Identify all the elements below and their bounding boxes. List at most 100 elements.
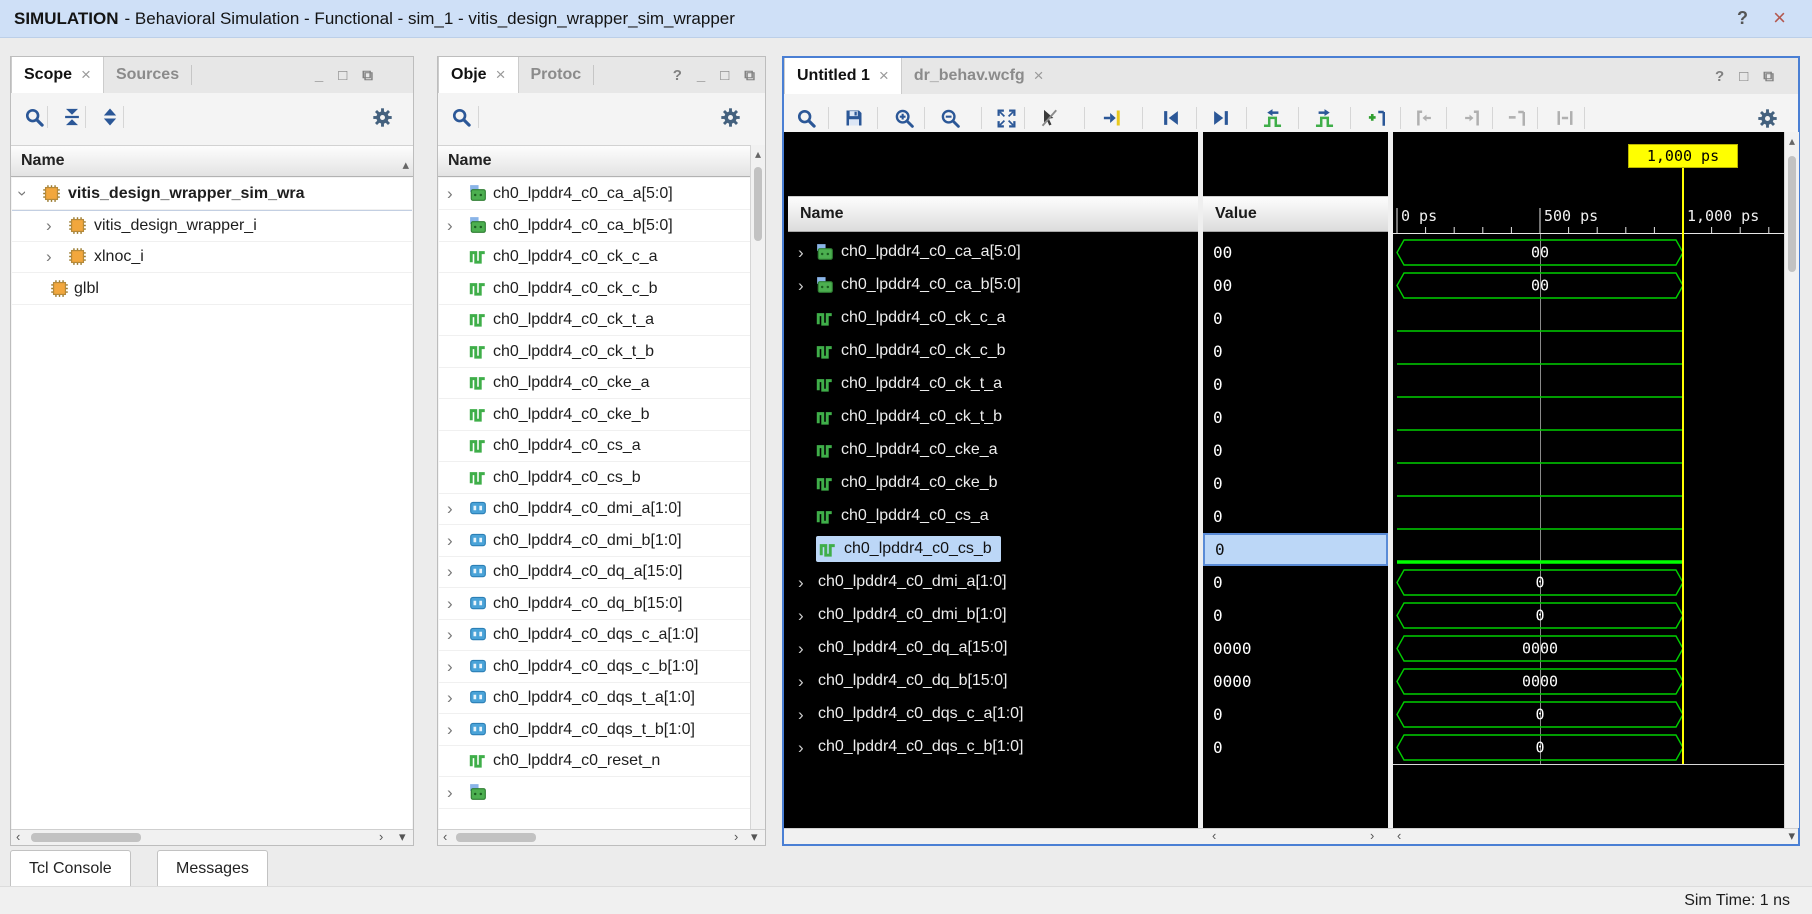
- wave-row[interactable]: [1393, 335, 1784, 368]
- wave-row[interactable]: [1393, 401, 1784, 434]
- help-icon[interactable]: ?: [673, 67, 682, 84]
- wave-row[interactable]: 0000: [1393, 665, 1784, 698]
- object-item[interactable]: ›ch0_lpddr4_c0_dmi_b[1:0]: [439, 525, 750, 557]
- object-item[interactable]: ch0_lpddr4_c0_ck_t_a: [439, 304, 750, 336]
- help-icon[interactable]: ?: [1715, 68, 1724, 85]
- object-item[interactable]: ›ch0_lpddr4_c0_ca_a[5:0]: [439, 178, 750, 210]
- float-icon[interactable]: ⧉: [362, 67, 373, 84]
- object-item[interactable]: ch0_lpddr4_c0_cke_b: [439, 399, 750, 431]
- collapsed-arrow-icon[interactable]: ›: [447, 714, 453, 745]
- add-marker-icon[interactable]: [1364, 105, 1390, 131]
- previous-marker-icon[interactable]: [1411, 105, 1437, 131]
- scrollbar-thumb[interactable]: [754, 167, 762, 241]
- swap-markers-icon[interactable]: [1552, 105, 1578, 131]
- wave-row[interactable]: 00: [1393, 236, 1784, 269]
- wave-signal-name-row[interactable]: ›ch0_lpddr4_c0_dmi_b[1:0]: [788, 599, 1198, 632]
- collapsed-arrow-icon[interactable]: ›: [798, 698, 804, 731]
- float-icon[interactable]: ⧉: [744, 67, 755, 84]
- collapsed-arrow-icon[interactable]: ›: [447, 651, 453, 682]
- close-tab-icon[interactable]: ×: [1034, 59, 1044, 93]
- wave-row[interactable]: [1393, 500, 1784, 533]
- scroll-up-icon[interactable]: ▴: [402, 150, 409, 180]
- object-item[interactable]: ch0_lpddr4_c0_cs_b: [439, 462, 750, 494]
- wave-row[interactable]: 0: [1393, 731, 1784, 764]
- settings-icon[interactable]: [1754, 105, 1780, 131]
- collapsed-arrow-icon[interactable]: ›: [447, 777, 453, 808]
- wave-signal-name-row[interactable]: ›ch0_lpddr4_c0_dmi_a[1:0]: [788, 566, 1198, 599]
- wave-signal-name-row[interactable]: ›ch0_lpddr4_c0_ca_a[5:0]: [788, 236, 1198, 269]
- object-item[interactable]: ch0_lpddr4_c0_ck_c_b: [439, 273, 750, 305]
- settings-icon[interactable]: [369, 104, 395, 130]
- minimize-icon[interactable]: _: [697, 67, 705, 84]
- wave-signal-name-row[interactable]: ch0_lpddr4_c0_cs_b: [788, 533, 1198, 566]
- wave-row[interactable]: 0: [1393, 566, 1784, 599]
- wave-row[interactable]: [1393, 302, 1784, 335]
- tab-tcl-console[interactable]: Tcl Console: [10, 850, 131, 887]
- zoom-in-icon[interactable]: [891, 105, 917, 131]
- wave-row[interactable]: 0: [1393, 599, 1784, 632]
- wave-signal-name-row[interactable]: ch0_lpddr4_c0_ck_t_b: [788, 401, 1198, 434]
- scroll-up-icon[interactable]: ▴: [751, 147, 765, 161]
- zoom-out-icon[interactable]: [937, 105, 963, 131]
- collapsed-arrow-icon[interactable]: ›: [447, 619, 453, 650]
- object-item[interactable]: ›ch0_lpddr4_c0_dqs_t_b[1:0]: [439, 714, 750, 746]
- tree-item-vitis_design_wrapper_sim_wra[interactable]: ›vitis_design_wrapper_sim_wra: [12, 178, 412, 210]
- scrollbar-thumb[interactable]: [456, 833, 536, 842]
- scrollbar-thumb[interactable]: [31, 833, 141, 842]
- help-icon[interactable]: ?: [1737, 0, 1748, 37]
- wave-signal-name-row[interactable]: ›ch0_lpddr4_c0_dq_a[15:0]: [788, 632, 1198, 665]
- objects-hscrollbar[interactable]: ‹›▾: [438, 829, 765, 845]
- object-item[interactable]: ›ch0_lpddr4_c0_dqs_c_b[1:0]: [439, 651, 750, 683]
- wave-signal-name-row[interactable]: ›ch0_lpddr4_c0_ca_b[5:0]: [788, 269, 1198, 302]
- object-item[interactable]: ch0_lpddr4_c0_ck_t_b: [439, 336, 750, 368]
- scroll-right-icon[interactable]: ›: [379, 830, 383, 845]
- scope-hscrollbar[interactable]: ‹›▾: [11, 829, 413, 845]
- next-transition-icon[interactable]: [1311, 105, 1337, 131]
- object-item[interactable]: ch0_lpddr4_c0_cke_a: [439, 367, 750, 399]
- maximize-icon[interactable]: □: [720, 67, 729, 84]
- wave-signal-name-row[interactable]: ch0_lpddr4_c0_ck_t_a: [788, 368, 1198, 401]
- wave-hscrollbar[interactable]: ‹ › ‹ ▾: [784, 828, 1798, 844]
- scroll-right-icon[interactable]: ›: [734, 830, 738, 845]
- object-item[interactable]: ›: [439, 777, 750, 809]
- select-cursor-icon[interactable]: [1036, 105, 1062, 131]
- wave-signal-name-row[interactable]: ch0_lpddr4_c0_ck_c_b: [788, 335, 1198, 368]
- collapsed-arrow-icon[interactable]: ›: [447, 210, 453, 241]
- collapsed-arrow-icon[interactable]: ›: [798, 731, 804, 764]
- scroll-left-icon[interactable]: ‹: [1397, 829, 1401, 844]
- collapsed-arrow-icon[interactable]: ›: [798, 665, 804, 698]
- object-item[interactable]: ch0_lpddr4_c0_cs_a: [439, 430, 750, 462]
- collapsed-arrow-icon[interactable]: ›: [798, 599, 804, 632]
- wave-signal-name-row[interactable]: ch0_lpddr4_c0_cke_b: [788, 467, 1198, 500]
- cursor-line[interactable]: [1682, 168, 1684, 764]
- wave-plot-area[interactable]: 0 ps500 ps1,000 ps00000000000000001,000 …: [1393, 132, 1784, 828]
- scroll-left-icon[interactable]: ‹: [443, 830, 447, 845]
- close-tab-icon[interactable]: ×: [879, 59, 889, 93]
- expand-all-icon[interactable]: [97, 104, 123, 130]
- close-tab-icon[interactable]: ×: [496, 58, 506, 92]
- wave-signal-name-row[interactable]: ›ch0_lpddr4_c0_dq_b[15:0]: [788, 665, 1198, 698]
- next-marker-icon[interactable]: [1459, 105, 1485, 131]
- tab-dr-behav-wcfg[interactable]: dr_behav.wcfg ×: [902, 58, 1056, 94]
- collapsed-arrow-icon[interactable]: ›: [447, 178, 453, 209]
- object-item[interactable]: ›ch0_lpddr4_c0_ca_b[5:0]: [439, 210, 750, 242]
- search-icon[interactable]: [21, 104, 47, 130]
- tree-item-xlnoc_i[interactable]: ›xlnoc_i: [12, 241, 412, 273]
- minimize-icon[interactable]: _: [315, 67, 323, 84]
- float-icon[interactable]: ⧉: [1763, 68, 1774, 85]
- collapsed-arrow-icon[interactable]: ›: [798, 566, 804, 599]
- scroll-up-icon[interactable]: ▴: [1785, 134, 1799, 148]
- wave-signal-name-row[interactable]: ›ch0_lpddr4_c0_dqs_c_b[1:0]: [788, 731, 1198, 764]
- tree-item-glbl[interactable]: glbl: [12, 273, 412, 305]
- scrollbar-thumb[interactable]: [1788, 156, 1796, 272]
- tree-item-vitis_design_wrapper_i[interactable]: ›vitis_design_wrapper_i: [12, 210, 412, 242]
- object-item[interactable]: ›ch0_lpddr4_c0_dmi_a[1:0]: [439, 493, 750, 525]
- collapsed-arrow-icon[interactable]: ›: [447, 525, 453, 556]
- tab-scope[interactable]: Scope ×: [11, 57, 104, 93]
- expanded-arrow-icon[interactable]: ›: [12, 191, 38, 197]
- scroll-down-icon[interactable]: ▾: [399, 830, 406, 845]
- wave-row[interactable]: 0000: [1393, 632, 1784, 665]
- settings-icon[interactable]: [717, 104, 743, 130]
- object-item[interactable]: ch0_lpddr4_c0_ck_c_a: [439, 241, 750, 273]
- wave-signal-name-row[interactable]: ch0_lpddr4_c0_cke_a: [788, 434, 1198, 467]
